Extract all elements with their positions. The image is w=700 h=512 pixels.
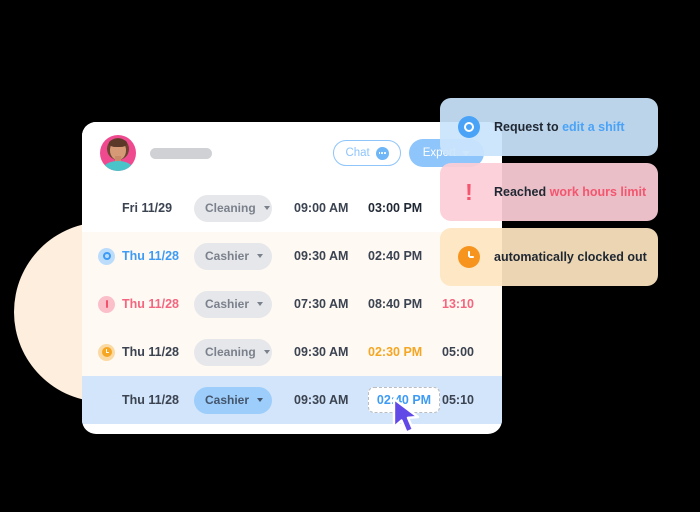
avatar-shirt xyxy=(103,161,133,171)
timesheet-card: Chat Export Fri 11/29 Cleaning 09:00 AM 03:… xyxy=(82,122,502,434)
table-row[interactable]: Thu 11/28 Cashier 07:30 AM 08:40 PM 13:10 xyxy=(82,280,502,328)
row-clock-out-cell: 02:40 PM xyxy=(368,387,442,413)
role-dropdown[interactable]: Cashier xyxy=(194,386,272,414)
chat-button-label: Chat xyxy=(345,147,370,159)
row-duration: 05:00 xyxy=(442,345,474,359)
role-dropdown-label: Cashier xyxy=(205,393,250,407)
role-dropdown-label: Cashier xyxy=(205,297,250,311)
table-row[interactable]: Thu 11/28 Cashier 09:30 AM 02:40 PM 05:10 xyxy=(82,376,502,424)
row-date: Thu 11/28 xyxy=(122,345,179,359)
row-date: Thu 11/28 xyxy=(122,393,179,407)
toast-text: Request to edit a shift xyxy=(494,120,625,134)
row-clock-out[interactable]: 08:40 PM xyxy=(368,297,442,311)
table-row[interactable]: Thu 11/28 Cleaning 09:30 AM 02:30 PM 05:00 xyxy=(82,328,502,376)
toast-alert-icon: ! xyxy=(465,178,473,205)
row-clock-out[interactable]: 03:00 PM xyxy=(368,201,442,215)
role-dropdown-label: Cleaning xyxy=(205,201,256,215)
row-clock-out[interactable]: 02:40 PM xyxy=(368,249,442,263)
toast-text-plain: Reached xyxy=(494,185,550,199)
row-clock-in[interactable]: 09:00 AM xyxy=(294,201,368,215)
row-auto-clockout-icon[interactable] xyxy=(98,343,115,361)
role-dropdown[interactable]: Cleaning xyxy=(194,194,272,222)
row-clock-in[interactable]: 09:30 AM xyxy=(294,393,368,407)
employee-name-placeholder xyxy=(150,147,212,159)
notification-toast[interactable]: ! Reached work hours limit xyxy=(440,163,658,221)
row-duration: 13:10 xyxy=(442,297,474,311)
toast-text-highlight: edit a shift xyxy=(562,120,625,134)
clock-out-input[interactable]: 02:40 PM xyxy=(368,387,440,413)
row-clock-in[interactable]: 07:30 AM xyxy=(294,297,368,311)
toast-text: Reached work hours limit xyxy=(494,185,646,199)
row-clock-in[interactable]: 09:30 AM xyxy=(294,249,368,263)
toast-text-highlight: work hours limit xyxy=(549,185,647,199)
chevron-down-icon xyxy=(257,302,264,306)
row-date: Thu 11/28 xyxy=(122,249,179,263)
table-row[interactable]: Fri 11/29 Cleaning 09:00 AM 03:00 PM xyxy=(82,184,502,232)
notification-toast[interactable]: automatically clocked out xyxy=(440,228,658,286)
toast-auto-clockout-icon xyxy=(458,246,480,268)
toast-text-plain: automatically clocked out xyxy=(494,250,647,264)
toast-request-edit-icon xyxy=(458,116,480,138)
toast-text: automatically clocked out xyxy=(494,250,647,264)
chat-button[interactable]: Chat xyxy=(333,140,401,166)
chat-bubble-icon xyxy=(375,146,389,160)
clock-dial xyxy=(101,347,112,357)
role-dropdown[interactable]: Cashier xyxy=(194,290,272,318)
role-dropdown[interactable]: Cleaning xyxy=(194,338,272,366)
row-status-placeholder xyxy=(98,392,115,409)
card-header: Chat Export xyxy=(82,122,502,184)
row-clock-out[interactable]: 02:30 PM xyxy=(368,345,442,359)
avatar-fringe xyxy=(109,139,127,147)
chevron-down-icon xyxy=(263,350,270,354)
avatar[interactable] xyxy=(100,135,136,171)
screenshot-stage: Chat Export Fri 11/29 Cleaning 09:00 AM 03:… xyxy=(0,0,700,512)
row-status-placeholder xyxy=(98,200,115,217)
role-dropdown[interactable]: Cashier xyxy=(194,242,272,270)
row-date: Fri 11/29 xyxy=(122,201,173,215)
role-dropdown-label: Cleaning xyxy=(205,345,256,359)
chevron-down-icon xyxy=(257,254,264,258)
row-clock-in[interactable]: 09:30 AM xyxy=(294,345,368,359)
notification-toast[interactable]: Request to edit a shift xyxy=(440,98,658,156)
row-request-edit-icon[interactable] xyxy=(98,247,115,265)
toast-text-plain: Request to xyxy=(494,120,563,134)
chat-bubble-dots xyxy=(378,152,386,154)
role-dropdown-label: Cashier xyxy=(205,249,250,263)
row-duration: 05:10 xyxy=(442,393,474,407)
row-alert-icon[interactable] xyxy=(98,295,115,313)
chevron-down-icon xyxy=(263,206,270,210)
chevron-down-icon xyxy=(257,398,264,402)
table-row[interactable]: Thu 11/28 Cashier 09:30 AM 02:40 PM xyxy=(82,232,502,280)
timesheet-rows: Fri 11/29 Cleaning 09:00 AM 03:00 PM Thu 11/… xyxy=(82,184,502,424)
row-date: Thu 11/28 xyxy=(122,297,179,311)
